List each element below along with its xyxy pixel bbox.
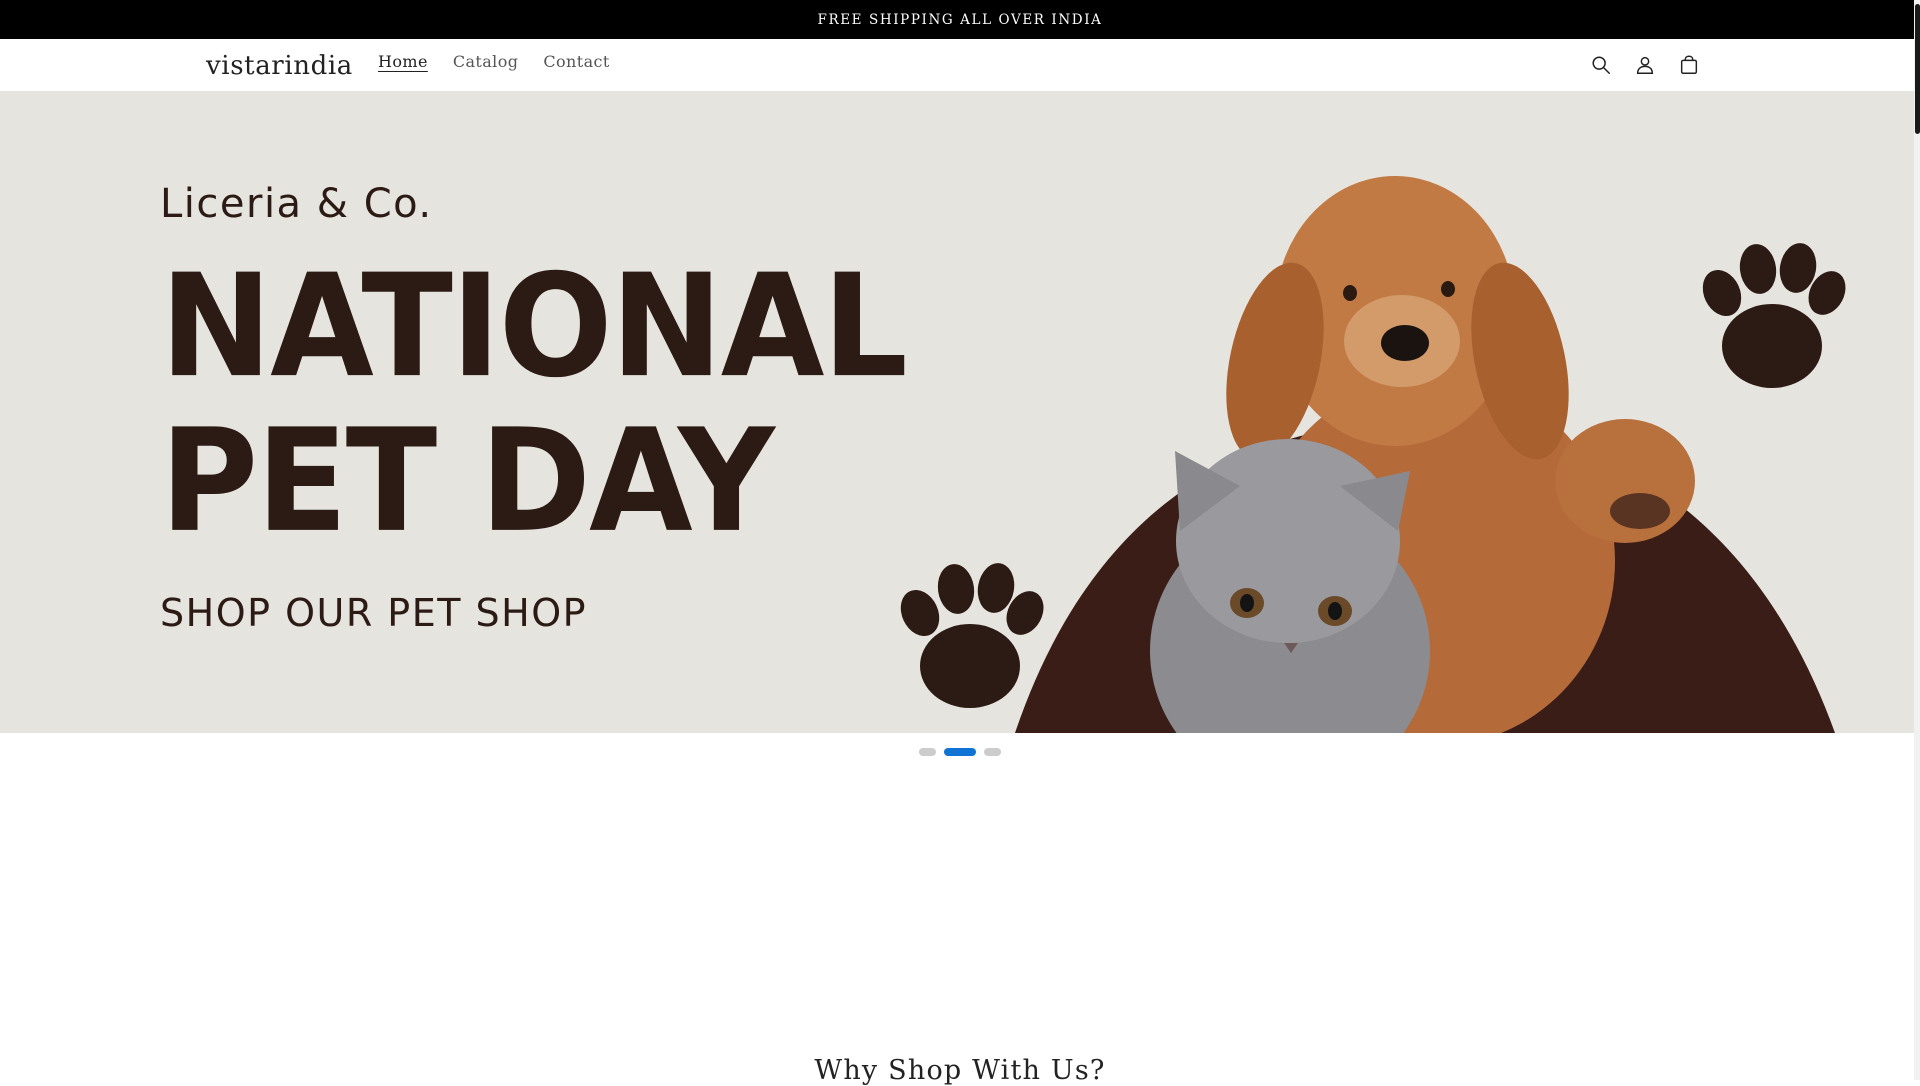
why-shop-heading: Why Shop With Us?: [814, 1055, 1106, 1086]
main-nav: Home Catalog Contact: [378, 49, 610, 74]
nav-catalog[interactable]: Catalog: [453, 49, 519, 74]
store-logo[interactable]: vistarindia: [206, 51, 353, 81]
slider-pagination: [0, 748, 1920, 756]
paw-print-icon-left: [900, 563, 1044, 708]
search-button[interactable]: [1587, 51, 1615, 79]
search-icon: [1592, 56, 1610, 74]
site-header: vistarindia Home Catalog Contact: [0, 39, 1920, 92]
cat-illustration: [1150, 439, 1430, 733]
page-scrollbar[interactable]: [1914, 0, 1920, 1080]
page-scrollbar-thumb[interactable]: [1915, 4, 1920, 134]
hero-title: NATIONAL PET DAY: [160, 243, 908, 564]
nav-home[interactable]: Home: [378, 49, 428, 74]
paw-print-icon-right: [1702, 243, 1846, 388]
nav-contact[interactable]: Contact: [543, 49, 609, 74]
announcement-bar: FREE SHIPPING ALL OVER INDIA: [0, 0, 1920, 39]
hero-banner[interactable]: Liceria & Co. NATIONAL PET DAY SHOP OUR …: [0, 91, 1920, 733]
hero-title-line-1: NATIONAL: [160, 243, 908, 410]
announcement-text: FREE SHIPPING ALL OVER INDIA: [817, 11, 1103, 28]
account-icon: [1636, 56, 1654, 74]
slide-dot-1[interactable]: [919, 748, 936, 756]
hero-cta-text: SHOP OUR PET SHOP: [160, 591, 588, 635]
hero-brand-name: Liceria & Co.: [160, 181, 433, 227]
slide-dot-2[interactable]: [944, 748, 976, 756]
cart-button[interactable]: [1675, 51, 1703, 79]
header-icons: [1587, 51, 1703, 79]
slide-dot-3[interactable]: [984, 748, 1001, 756]
hero-title-line-2: PET DAY: [160, 398, 775, 564]
account-button[interactable]: [1631, 51, 1659, 79]
cart-icon: [1680, 55, 1698, 74]
